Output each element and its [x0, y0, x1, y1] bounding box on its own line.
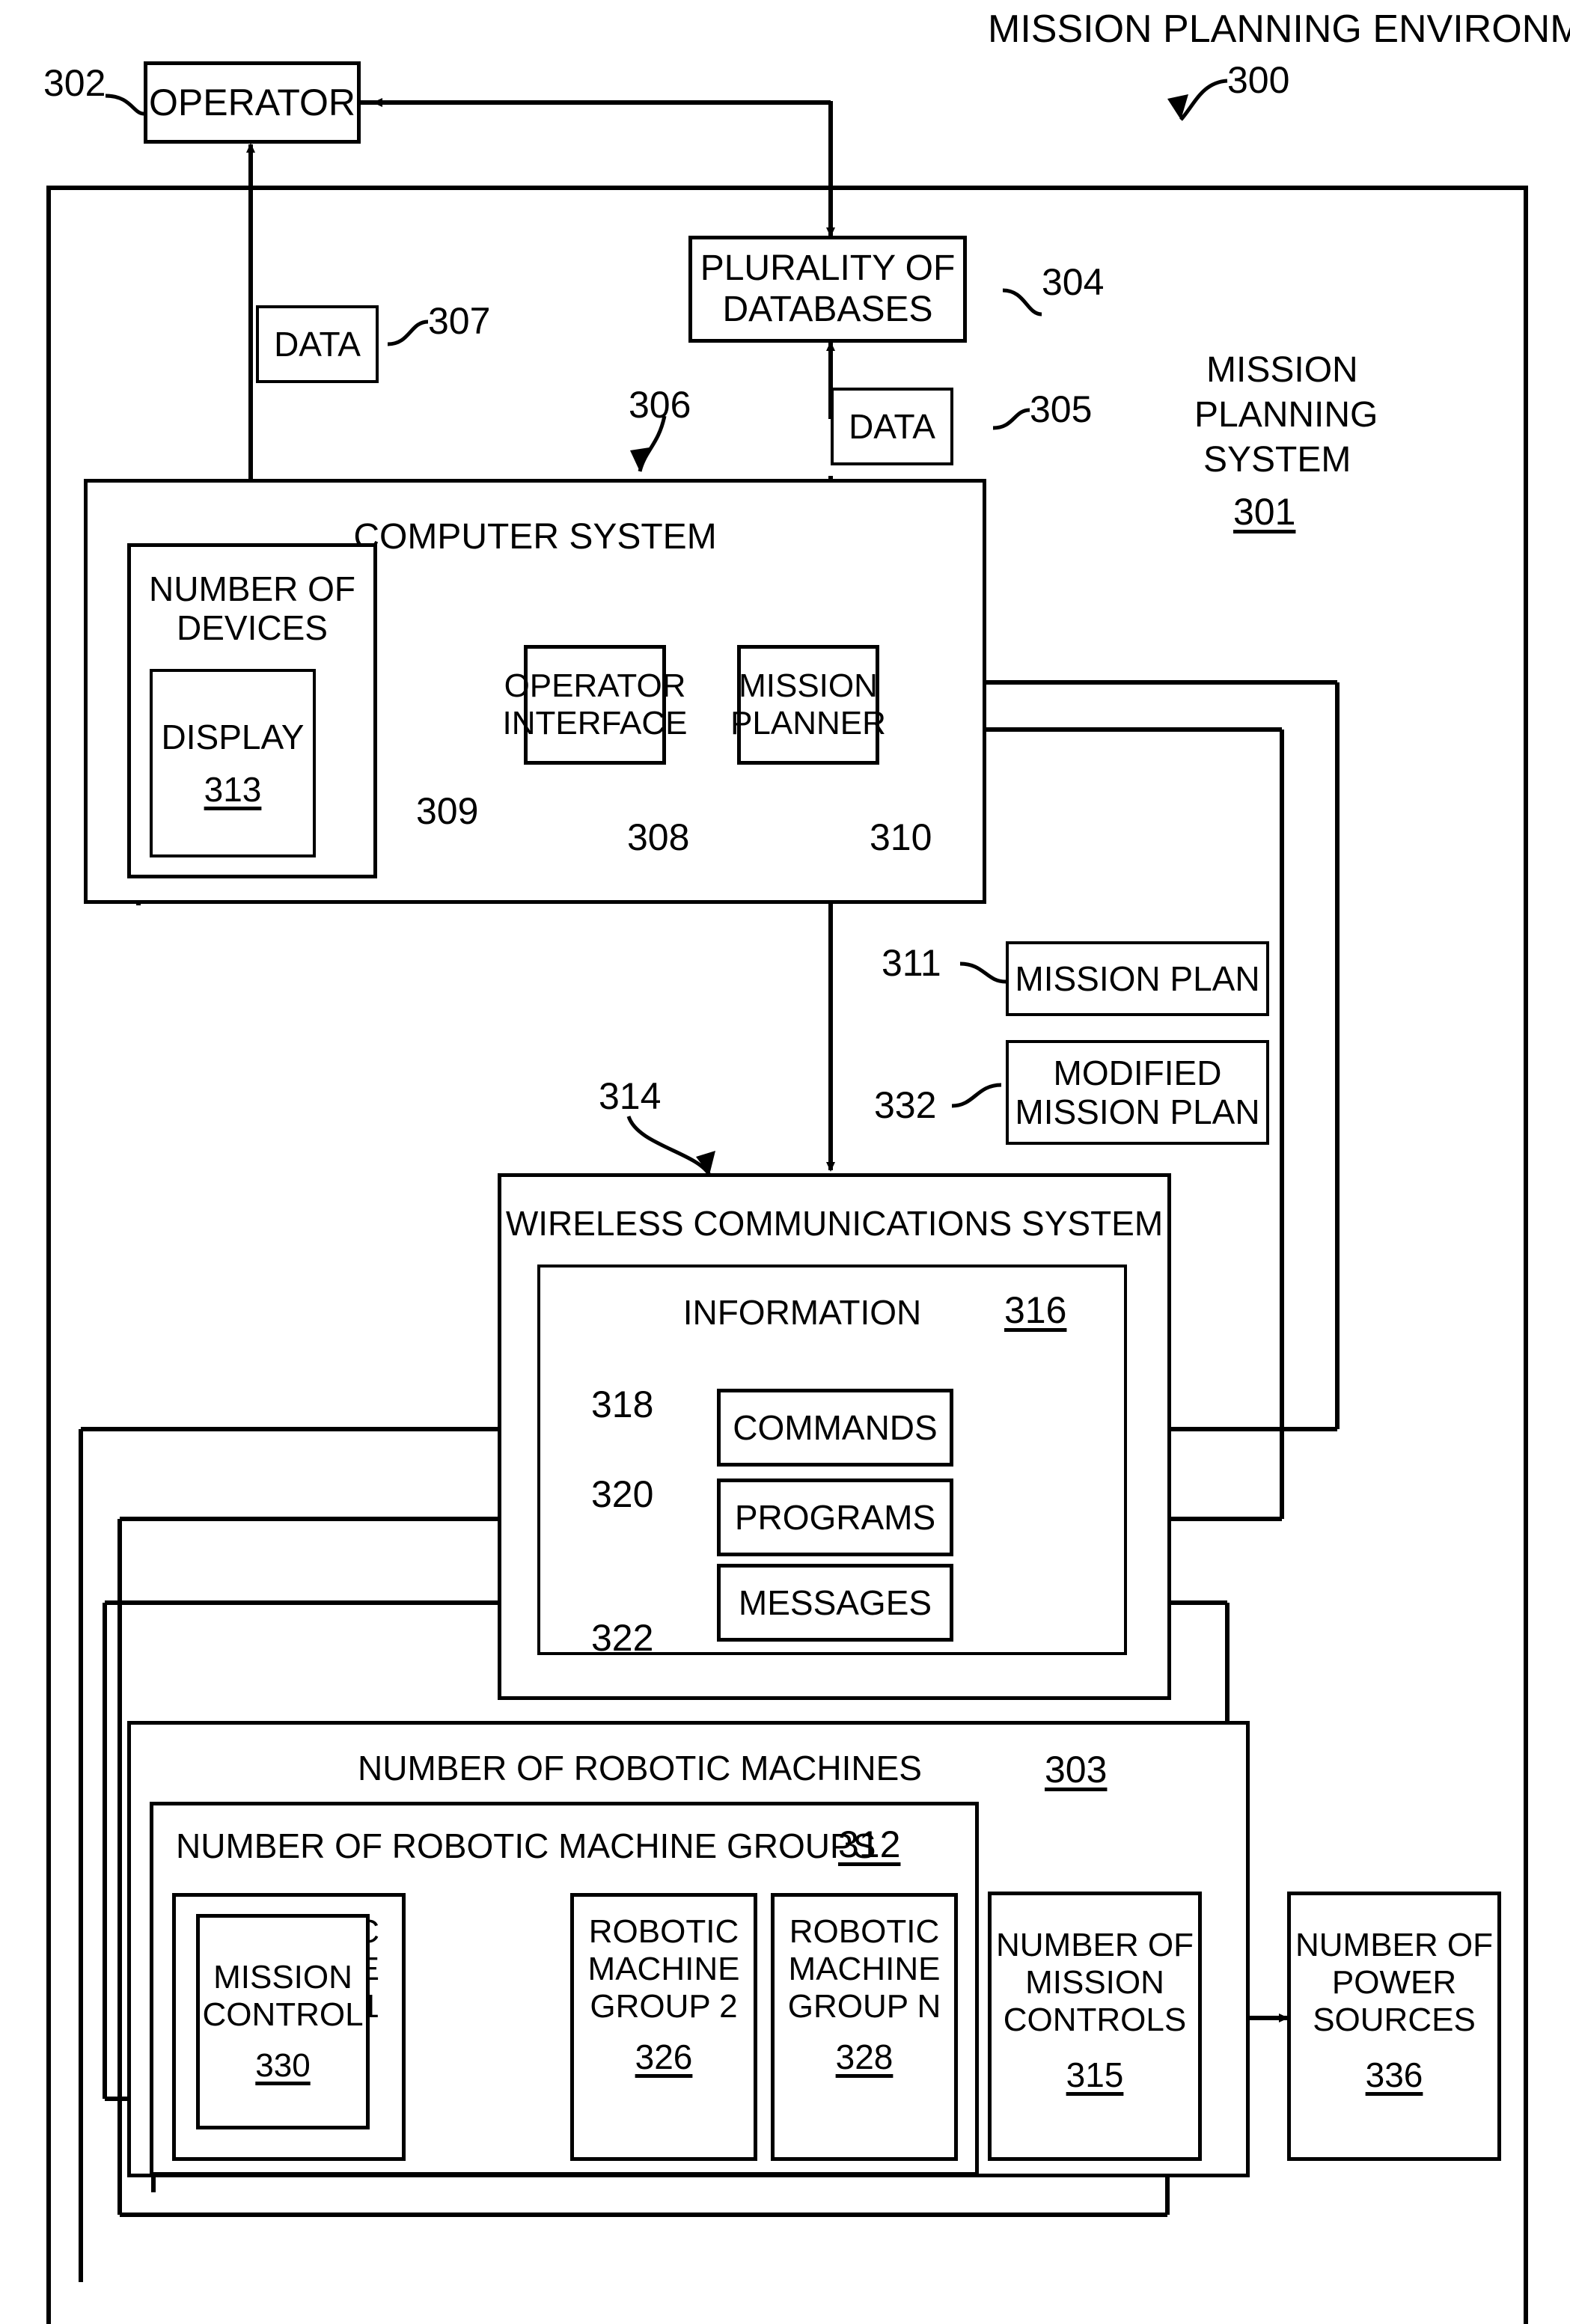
modified-mission-plan-label-line1: MODIFIED: [1053, 1053, 1222, 1092]
mission-planning-system-label-line2: PLANNING: [1194, 395, 1378, 435]
ref-322: 322: [591, 1617, 654, 1659]
ref-300: 300: [1227, 59, 1290, 101]
operator-interface-label-line1: OPERATOR: [504, 667, 686, 704]
figure-title: MISSION PLANNING ENVIRONMENT: [988, 7, 1570, 51]
robotic-machine-group-2-box[interactable]: ROBOTIC MACHINE GROUP 2 326: [570, 1893, 757, 2161]
groupn-label-line3: GROUP N: [787, 1988, 941, 2025]
modified-mission-plan-label-line2: MISSION PLAN: [1015, 1092, 1260, 1131]
operator-interface-label-line2: INTERFACE: [502, 705, 688, 741]
group2-label-line2: MACHINE: [587, 1951, 740, 1988]
ref-308: 308: [627, 816, 690, 858]
ref-305: 305: [1030, 388, 1093, 430]
mission-planner-label-line1: MISSION: [739, 667, 878, 704]
ref-330: 330: [255, 2047, 311, 2085]
mission-controls-label-line1: NUMBER OF: [996, 1927, 1194, 1963]
modified-mission-plan-box: MODIFIED MISSION PLAN: [1006, 1040, 1269, 1145]
number-of-devices-label-line1: NUMBER OF: [149, 569, 355, 608]
robotic-machine-group-n-box[interactable]: ROBOTIC MACHINE GROUP N 328: [771, 1893, 958, 2161]
number-of-devices-label-line2: DEVICES: [177, 608, 328, 648]
operator-label: OPERATOR: [149, 81, 355, 123]
mission-planner-box[interactable]: MISSION PLANNER: [730, 645, 886, 765]
display-box[interactable]: DISPLAY 313: [150, 669, 316, 857]
commands-label: COMMANDS: [733, 1407, 938, 1447]
number-of-robotic-machine-groups-label: NUMBER OF ROBOTIC MACHINE GROUPS: [176, 1826, 876, 1865]
messages-box: MESSAGES: [717, 1564, 953, 1642]
ref-306: 306: [629, 384, 691, 426]
ref-313: 313: [204, 770, 262, 809]
ref-328: 328: [835, 2037, 894, 2077]
group2-label-line3: GROUP 2: [590, 1988, 738, 2025]
programs-box: PROGRAMS: [717, 1479, 953, 1556]
databases-label-line2: DATABASES: [722, 289, 933, 329]
ref-311: 311: [882, 942, 941, 984]
mission-plan-box: MISSION PLAN: [1006, 941, 1269, 1016]
data-left-label: DATA: [274, 324, 361, 364]
number-of-robotic-machines-label: NUMBER OF ROBOTIC MACHINES: [358, 1749, 922, 1788]
ref-302: 302: [43, 62, 106, 104]
mission-plan-label: MISSION PLAN: [1015, 958, 1260, 998]
ref-309: 309: [416, 790, 479, 832]
patent-figure: MISSION PLANNING ENVIRONMENT 300 OPERATO…: [0, 0, 1570, 2324]
power-sources-label-line2: POWER: [1331, 1964, 1457, 2002]
ref-303: 303: [1045, 1749, 1108, 1791]
mission-control-label-line1: MISSION: [213, 1958, 352, 1996]
ref-315: 315: [1066, 2055, 1124, 2095]
number-of-mission-controls-box[interactable]: NUMBER OF MISSION CONTROLS 315: [988, 1892, 1202, 2161]
ref-312: 312: [838, 1823, 901, 1865]
computer-system-label: COMPUTER SYSTEM: [353, 517, 717, 557]
ref-320: 320: [591, 1473, 654, 1515]
mission-planner-label-line2: PLANNER: [730, 705, 886, 741]
operator-interface-box[interactable]: OPERATOR INTERFACE: [503, 645, 687, 765]
programs-label: PROGRAMS: [734, 1497, 936, 1537]
number-of-power-sources-box[interactable]: NUMBER OF POWER SOURCES 336: [1287, 1892, 1501, 2161]
ref-326: 326: [635, 2037, 693, 2077]
data-box-right: DATA: [831, 388, 953, 465]
ref-336: 336: [1365, 2055, 1423, 2095]
ref-310: 310: [870, 816, 932, 858]
databases-label-line1: PLURALITY OF: [700, 248, 956, 288]
groupn-label-line2: MACHINE: [788, 1951, 941, 1988]
data-box-left: DATA: [256, 305, 379, 383]
groupn-label-line1: ROBOTIC: [789, 1913, 940, 1950]
ref-304: 304: [1042, 261, 1105, 303]
power-sources-label-line1: NUMBER OF: [1295, 1927, 1493, 1963]
mission-controls-label-line2: MISSION: [1025, 1964, 1164, 2002]
ref-314: 314: [599, 1075, 662, 1117]
operator-box[interactable]: OPERATOR: [144, 61, 361, 144]
ref-318: 318: [591, 1383, 654, 1425]
information-label: INFORMATION: [682, 1293, 922, 1332]
ref-332: 332: [874, 1084, 937, 1126]
data-right-label: DATA: [849, 406, 935, 446]
mission-controls-label-line3: CONTROLS: [1003, 2002, 1187, 2039]
ref-307: 307: [428, 300, 491, 342]
group2-label-line1: ROBOTIC: [588, 1913, 739, 1950]
mission-planning-system-label-line1: MISSION: [1206, 350, 1358, 390]
commands-box: COMMANDS: [717, 1389, 953, 1467]
mission-control-box[interactable]: MISSION CONTROL 330: [196, 1914, 370, 2129]
plurality-of-databases-box[interactable]: PLURALITY OF DATABASES: [688, 236, 967, 343]
display-label: DISPLAY: [161, 717, 305, 756]
ref-301: 301: [1233, 491, 1296, 533]
wireless-communications-system-label: WIRELESS COMMUNICATIONS SYSTEM: [505, 1204, 1164, 1243]
ref-316: 316: [1004, 1289, 1067, 1331]
power-sources-label-line3: SOURCES: [1313, 2002, 1476, 2039]
messages-label: MESSAGES: [738, 1583, 932, 1622]
mission-control-label-line2: CONTROL: [202, 1996, 364, 2033]
mission-planning-system-label-line3: SYSTEM: [1203, 440, 1351, 480]
